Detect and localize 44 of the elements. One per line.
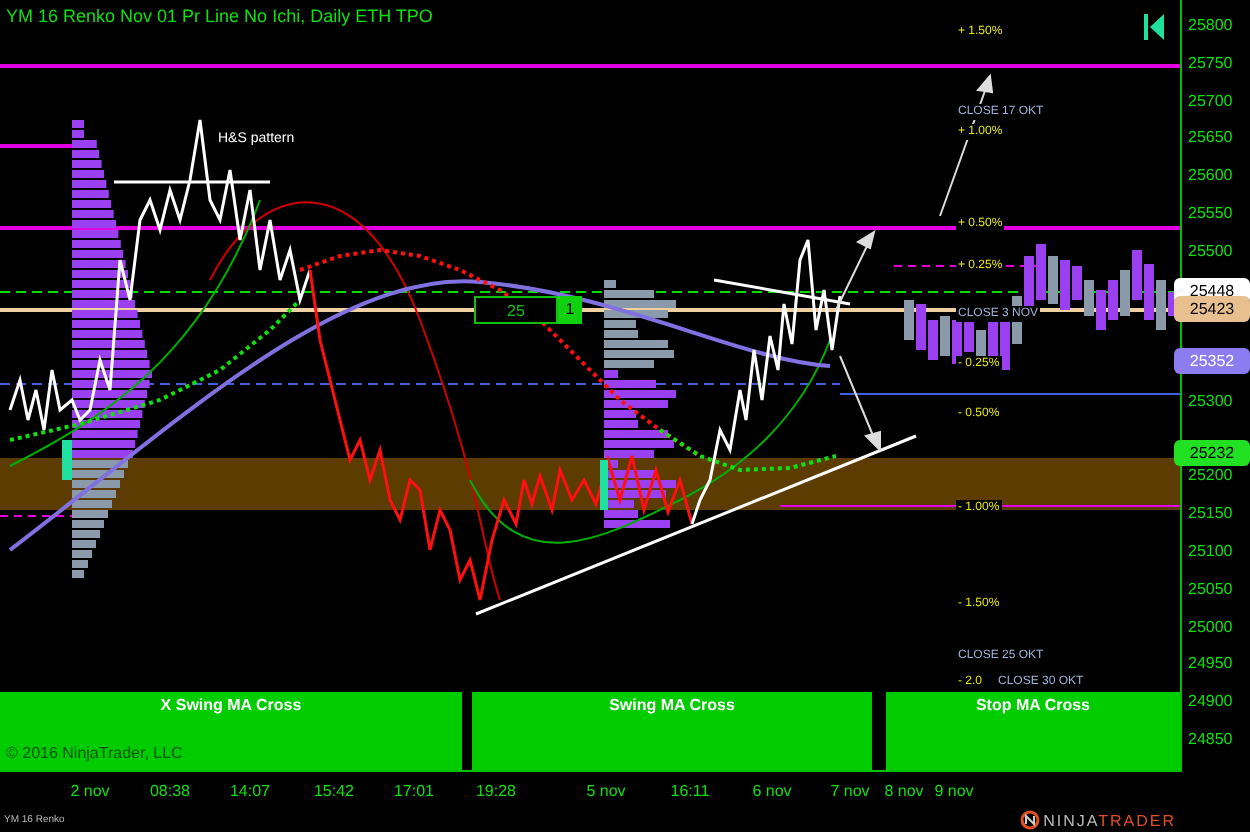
- level-line: [0, 144, 72, 148]
- price-tick: 25300: [1188, 391, 1233, 410]
- time-label: 5 nov: [586, 782, 626, 800]
- price-tick: 24950: [1188, 654, 1233, 673]
- time-label: 08:38: [149, 782, 191, 800]
- strategy-panel: Swing MA Cross: [472, 692, 872, 770]
- price-marker: 25352: [1174, 348, 1250, 374]
- price-tick: 25200: [1188, 466, 1233, 485]
- price-tick: 25750: [1188, 53, 1233, 72]
- time-label: 8 nov: [884, 782, 924, 800]
- time-label: 16:11: [670, 782, 710, 800]
- price-tick: 25650: [1188, 128, 1233, 147]
- time-label: 7 nov: [830, 782, 870, 800]
- logo-icon: [1019, 810, 1040, 830]
- price-tick: 25800: [1188, 16, 1233, 34]
- price-tick: 24850: [1188, 730, 1233, 748]
- time-label: 2 nov: [70, 782, 110, 800]
- price-marker: 25423: [1174, 296, 1250, 322]
- price-tick: 25000: [1188, 617, 1233, 636]
- time-label: 9 nov: [934, 782, 974, 800]
- price-tick: 24900: [1188, 692, 1233, 711]
- strategy-panel: Stop MA Cross: [886, 692, 1180, 770]
- counter-badge: 1: [558, 296, 582, 324]
- price-tick: 25500: [1188, 241, 1233, 260]
- price-tick: 25050: [1188, 579, 1233, 598]
- time-label: 14:07: [229, 782, 271, 800]
- brand-wordmark: NINJATRADER: [1043, 811, 1176, 829]
- price-tick: 25150: [1188, 504, 1233, 523]
- time-label: 19:28: [475, 782, 517, 800]
- time-label: 17:01: [393, 782, 435, 800]
- collapse-icon[interactable]: [1144, 14, 1164, 40]
- counter-field: 25: [474, 296, 558, 324]
- chart-title: YM 16 Renko Nov 01 Pr Line No Ichi, Daily ETH TPO: [6, 6, 433, 26]
- level-line: [0, 515, 73, 517]
- price-tick: 25700: [1188, 91, 1233, 110]
- price-tick: 25600: [1188, 166, 1233, 185]
- price-tick: 25550: [1188, 203, 1233, 222]
- copyright-text: © 2016 NinjaTrader, LLC: [6, 744, 183, 762]
- arrow: [835, 229, 876, 311]
- price-tick: 25100: [1188, 542, 1233, 561]
- arrow: [839, 355, 881, 453]
- time-label: 6 nov: [752, 782, 792, 800]
- price-marker: 25232: [1174, 440, 1250, 466]
- time-label: 15:42: [313, 782, 355, 800]
